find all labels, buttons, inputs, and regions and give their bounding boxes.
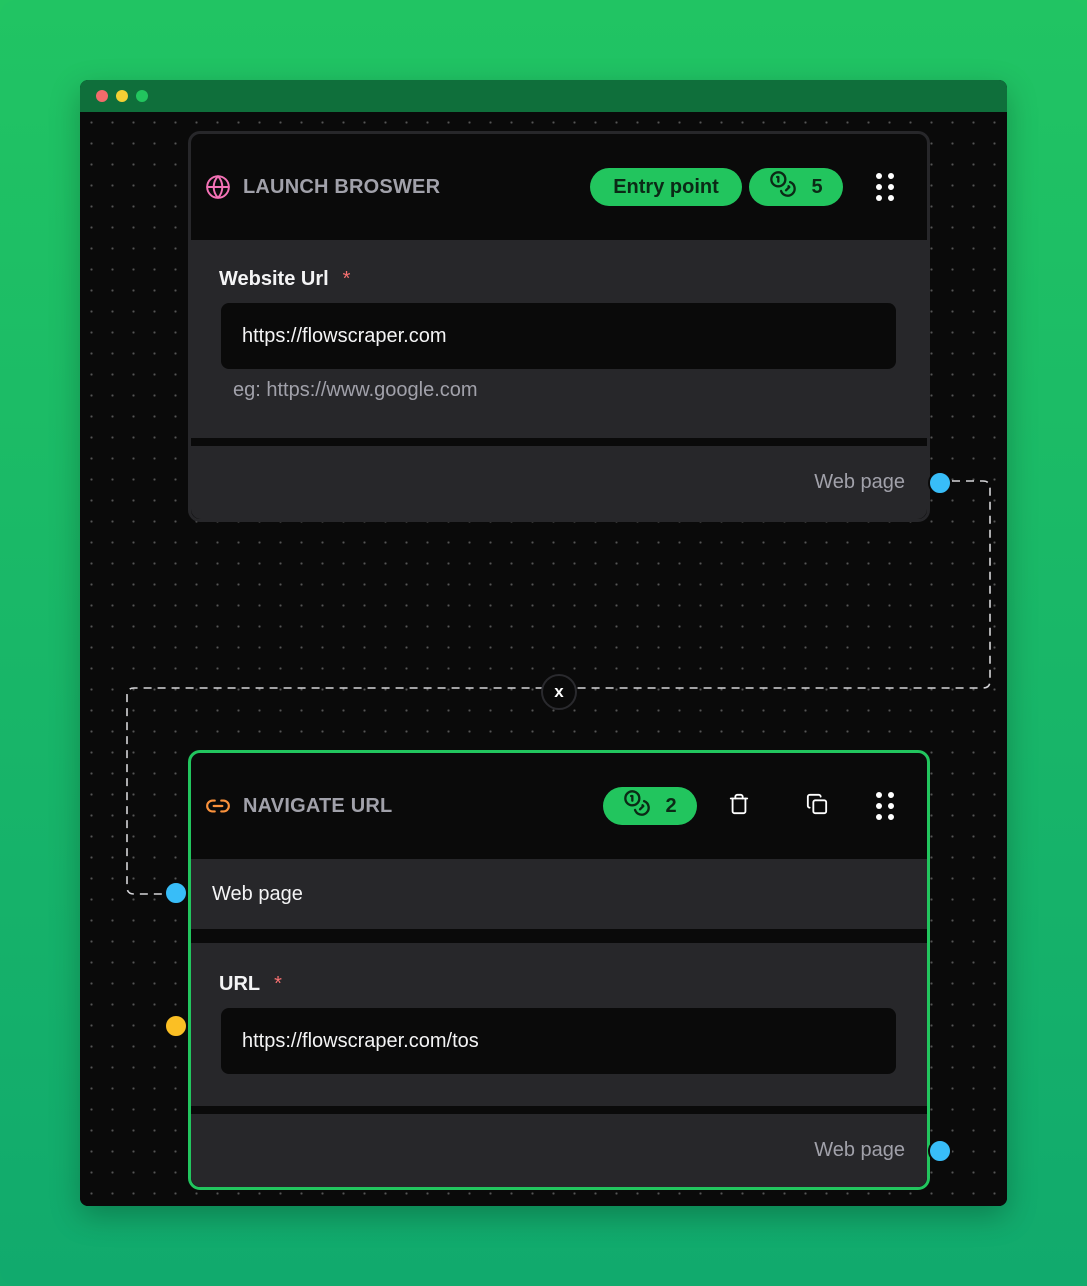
input-section: Website Url * https://flowscraper.com eg… xyxy=(191,240,927,438)
helper-text: eg: https://www.google.com xyxy=(233,379,478,401)
close-window-button[interactable] xyxy=(96,90,108,102)
node-title: NAVIGATE URL xyxy=(243,794,393,817)
node-header[interactable]: NAVIGATE URL 2 xyxy=(191,753,927,859)
divider xyxy=(191,929,927,943)
node-launch-browser[interactable]: LAUNCH BROSWER Entry point 5 Website Url… xyxy=(188,131,952,522)
drag-grip-icon[interactable] xyxy=(875,172,895,202)
globe-icon xyxy=(205,174,231,200)
drag-grip-icon[interactable] xyxy=(875,791,895,821)
field-label: URL * xyxy=(219,973,927,996)
divider xyxy=(191,438,927,446)
maximize-window-button[interactable] xyxy=(136,90,148,102)
background-frame: x LAUNCH BROSWER Entry point 5 Website U… xyxy=(0,0,1087,1286)
website-url-input[interactable]: https://flowscraper.com xyxy=(221,303,896,369)
output-web-page: Web page xyxy=(191,446,927,519)
website-url-value: https://flowscraper.com xyxy=(242,324,447,347)
delete-node-button[interactable] xyxy=(719,786,759,826)
credits-badge: 5 xyxy=(749,168,843,206)
node-header[interactable]: LAUNCH BROSWER Entry point 5 xyxy=(191,134,927,240)
output-handle-web-page[interactable] xyxy=(928,471,952,495)
input-handle-web-page[interactable] xyxy=(164,881,188,905)
entry-point-badge: Entry point xyxy=(590,168,742,206)
credits-value: 2 xyxy=(665,794,677,817)
credits-badge: 2 xyxy=(603,787,697,825)
coins-icon xyxy=(769,170,797,204)
title-bar xyxy=(80,80,1007,112)
url-input[interactable]: https://flowscraper.com/tos xyxy=(221,1008,896,1074)
output-label: Web page xyxy=(814,471,905,493)
url-value: https://flowscraper.com/tos xyxy=(242,1029,479,1052)
node-navigate-url[interactable]: NAVIGATE URL 2 Web page URL * https://fl… xyxy=(164,750,952,1190)
url-label: URL xyxy=(219,973,261,995)
field-label: Website Url * xyxy=(219,268,927,291)
input-section: URL * https://flowscraper.com/tos xyxy=(191,943,927,1106)
node-title: LAUNCH BROSWER xyxy=(243,175,441,198)
entry-point-label: Entry point xyxy=(613,175,719,198)
divider xyxy=(191,1106,927,1114)
link-icon xyxy=(205,793,231,819)
input-port-web-page: Web page xyxy=(191,859,927,929)
input-port-label: Web page xyxy=(212,882,303,905)
duplicate-node-button[interactable] xyxy=(797,786,837,826)
minimize-window-button[interactable] xyxy=(116,90,128,102)
copy-icon xyxy=(806,793,828,820)
output-label: Web page xyxy=(814,1139,905,1161)
input-handle-url[interactable] xyxy=(164,1014,188,1038)
website-url-label: Website Url xyxy=(219,268,329,290)
required-mark: * xyxy=(342,268,351,290)
delete-edge-label: x xyxy=(554,682,564,701)
credits-value: 5 xyxy=(811,175,823,198)
required-mark: * xyxy=(274,973,282,995)
app-window: x LAUNCH BROSWER Entry point 5 Website U… xyxy=(80,80,1007,1206)
coins-icon xyxy=(623,789,651,823)
delete-edge-button[interactable]: x xyxy=(541,674,577,710)
output-web-page: Web page xyxy=(191,1114,927,1187)
output-handle-web-page[interactable] xyxy=(928,1139,952,1163)
trash-icon xyxy=(728,793,750,820)
